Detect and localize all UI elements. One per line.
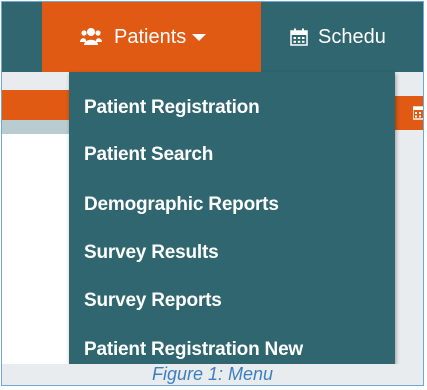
nav-schedule-label: Schedu bbox=[318, 26, 386, 48]
menu-item-patient-registration[interactable]: Patient Registration bbox=[84, 97, 260, 119]
nav-schedule-tab[interactable]: Schedu bbox=[261, 2, 423, 72]
left-orange-bar bbox=[2, 90, 69, 120]
nav-patients-label: Patients bbox=[114, 26, 187, 48]
figure-caption: Figure 1: Menu bbox=[2, 364, 423, 385]
users-icon bbox=[80, 27, 102, 47]
menu-item-patient-registration-new[interactable]: Patient Registration New bbox=[84, 339, 303, 361]
nav-patients-tab[interactable]: Patients bbox=[42, 2, 261, 72]
left-light-bar bbox=[2, 120, 69, 134]
menu-item-survey-reports[interactable]: Survey Reports bbox=[84, 290, 222, 312]
left-nav-strip bbox=[2, 2, 42, 72]
top-navigation: Patients Schedu bbox=[42, 2, 423, 72]
chevron-down-icon bbox=[192, 33, 207, 41]
menu-item-demographic-reports[interactable]: Demographic Reports bbox=[84, 194, 279, 216]
calendar-icon bbox=[290, 28, 308, 46]
screenshot-frame: Patients Schedu Patient Registration Pat… bbox=[1, 1, 424, 386]
menu-item-patient-search[interactable]: Patient Search bbox=[84, 144, 213, 166]
calendar-icon bbox=[412, 106, 423, 120]
patients-dropdown-menu: Patient Registration Patient Search Demo… bbox=[69, 72, 395, 364]
left-content-area bbox=[2, 134, 69, 364]
menu-item-survey-results[interactable]: Survey Results bbox=[84, 242, 219, 264]
